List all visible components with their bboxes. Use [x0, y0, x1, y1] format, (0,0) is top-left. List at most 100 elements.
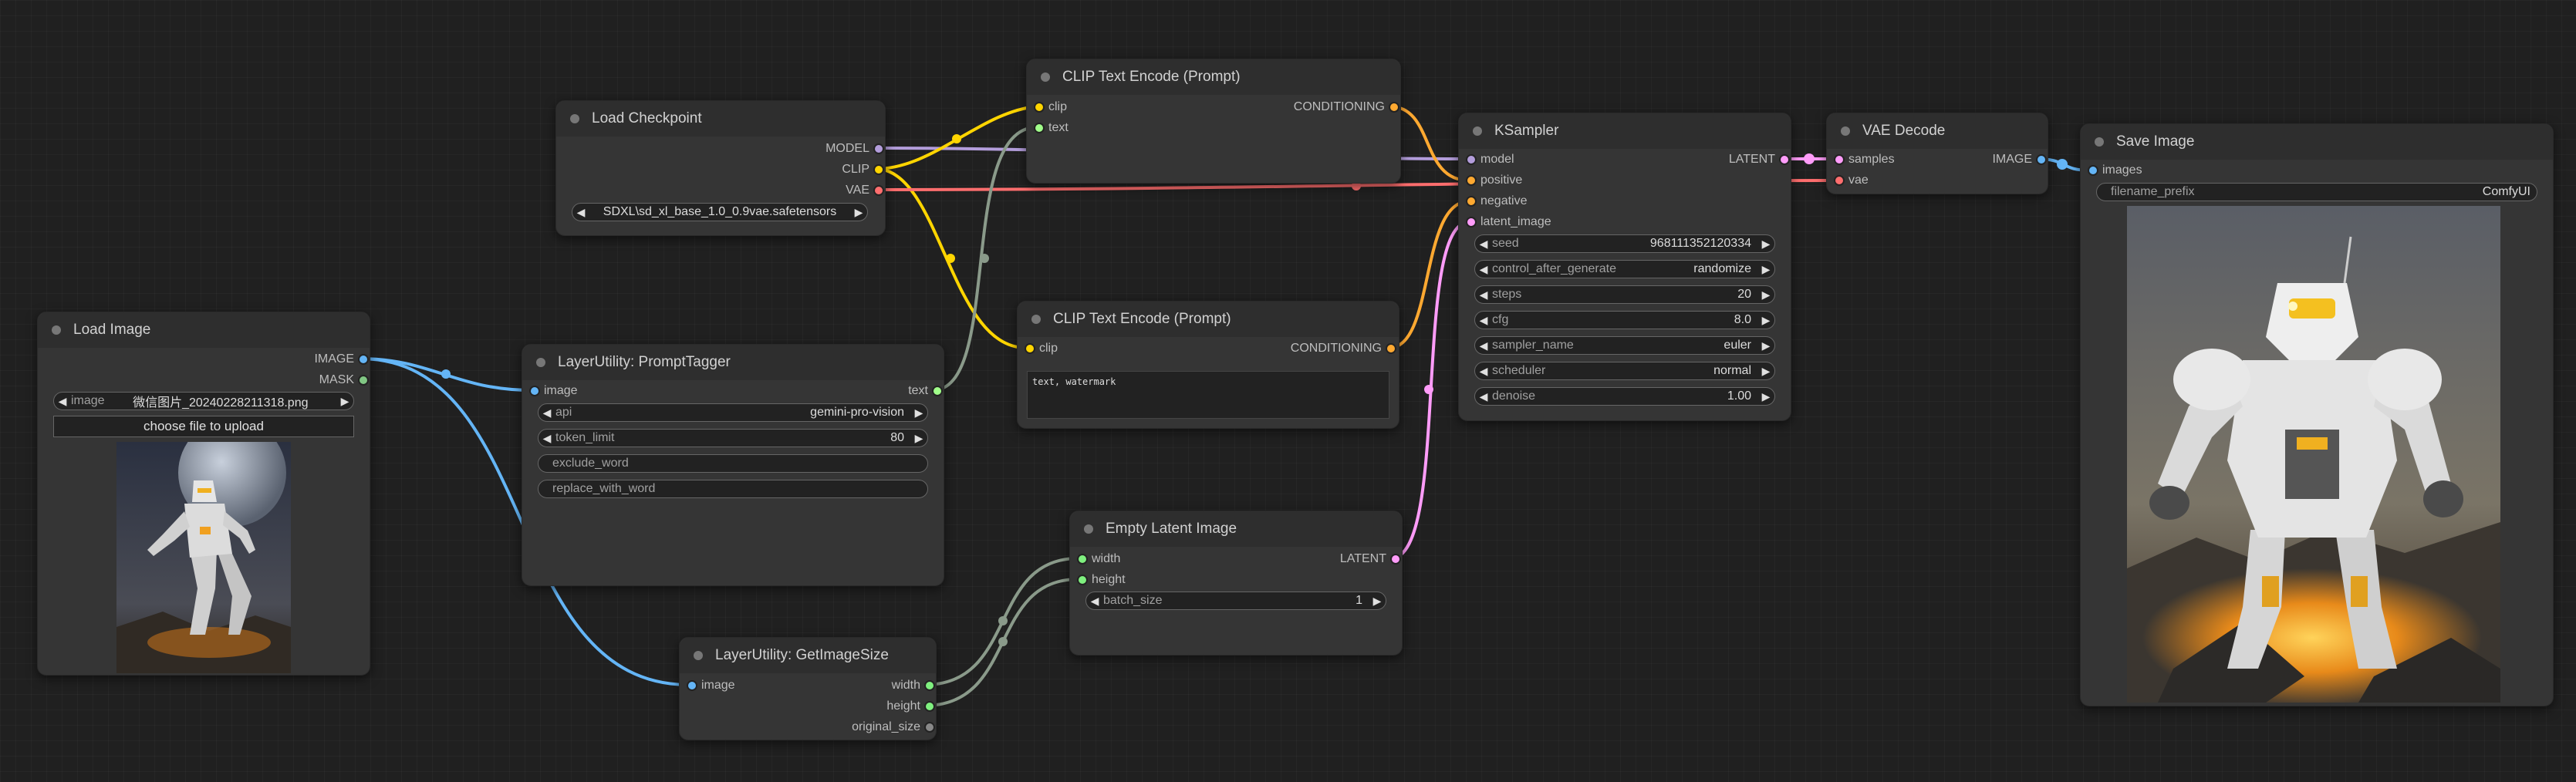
arrow-left-icon[interactable]: ◀ [1475, 263, 1492, 276]
load-image-node[interactable]: Load Image IMAGE MASK ◀ image 微信图片_2024022… [37, 312, 370, 676]
arrow-left-icon[interactable]: ◀ [1475, 390, 1492, 403]
sampler-name-widget[interactable]: ◀ sampler_name euler ▶ [1474, 336, 1775, 355]
output-image[interactable]: IMAGE [314, 352, 370, 367]
output-latent[interactable]: LATENT [1340, 551, 1402, 567]
output-width[interactable]: width [892, 678, 936, 693]
output-mask[interactable]: MASK [319, 372, 370, 388]
vae-socket-icon[interactable] [1835, 177, 1843, 184]
image-socket-icon[interactable] [360, 356, 367, 363]
clip-text-encode-negative-node[interactable]: CLIP Text Encode (Prompt) clip CONDITION… [1017, 301, 1399, 429]
latent-socket-icon[interactable] [1392, 555, 1399, 563]
arrow-right-icon[interactable]: ▶ [850, 206, 867, 219]
arrow-left-icon[interactable]: ◀ [1475, 314, 1492, 327]
arrow-right-icon[interactable]: ▶ [1757, 288, 1774, 302]
collapse-dot-icon[interactable] [694, 651, 703, 660]
save-image-node[interactable]: Save Image images filename_prefix ComfyUI [2080, 123, 2554, 706]
arrow-left-icon[interactable]: ◀ [1475, 339, 1492, 352]
int-socket-icon[interactable] [926, 703, 934, 710]
image-socket-icon[interactable] [688, 682, 696, 689]
input-width[interactable]: width [1076, 551, 1120, 567]
clip-socket-icon[interactable] [1035, 103, 1043, 111]
collapse-dot-icon[interactable] [1473, 126, 1482, 136]
input-vae[interactable]: vae [1833, 173, 1869, 188]
choose-file-button[interactable]: choose file to upload [53, 416, 354, 437]
output-image[interactable]: IMAGE [1992, 152, 2048, 167]
arrow-left-icon[interactable]: ◀ [54, 395, 71, 408]
output-latent[interactable]: LATENT [1729, 152, 1791, 167]
input-negative[interactable]: negative [1465, 194, 1528, 209]
output-clip[interactable]: CLIP [842, 162, 885, 177]
seed-widget[interactable]: ◀ seed 968111352120334 ▶ [1474, 234, 1775, 253]
load-checkpoint-node[interactable]: Load Checkpoint MODEL CLIP VAE ◀ SDXL\sd_… [555, 100, 886, 236]
steps-widget[interactable]: ◀ steps 20 ▶ [1474, 285, 1775, 304]
vae-decode-node[interactable]: VAE Decode samples vae IMAGE [1826, 113, 2048, 194]
int-socket-icon[interactable] [1079, 576, 1086, 584]
box-socket-icon[interactable] [926, 723, 934, 731]
node-title-bar[interactable]: KSampler [1459, 113, 1791, 149]
ckpt-name-combo[interactable]: ◀ SDXL\sd_xl_base_1.0_0.9vae.safetensors ▶ [572, 203, 868, 221]
output-vae[interactable]: VAE [846, 183, 885, 198]
text-socket-icon[interactable] [1035, 124, 1043, 132]
ksampler-node[interactable]: KSampler model positive negative latent_… [1458, 113, 1791, 421]
image-socket-icon[interactable] [2089, 167, 2097, 174]
collapse-dot-icon[interactable] [1084, 524, 1093, 534]
batch-size-widget[interactable]: ◀ batch_size 1 ▶ [1085, 592, 1386, 610]
input-image[interactable]: image [686, 678, 735, 693]
denoise-widget[interactable]: ◀ denoise 1.00 ▶ [1474, 387, 1775, 406]
conditioning-socket-icon[interactable] [1387, 345, 1395, 352]
text-socket-icon[interactable] [934, 387, 941, 395]
scheduler-widget[interactable]: ◀ scheduler normal ▶ [1474, 362, 1775, 380]
input-image[interactable]: image [528, 383, 578, 399]
arrow-right-icon[interactable]: ▶ [1369, 595, 1386, 608]
image-socket-icon[interactable] [531, 387, 538, 395]
input-text[interactable]: text [1033, 120, 1069, 136]
api-widget[interactable]: ◀ api gemini-pro-vision ▶ [538, 403, 928, 422]
input-model[interactable]: model [1465, 152, 1514, 167]
int-socket-icon[interactable] [1079, 555, 1086, 563]
collapse-dot-icon[interactable] [1041, 72, 1050, 82]
output-text[interactable]: text [908, 383, 944, 399]
arrow-left-icon[interactable]: ◀ [538, 432, 555, 445]
arrow-right-icon[interactable]: ▶ [910, 406, 927, 420]
arrow-right-icon[interactable]: ▶ [1757, 339, 1774, 352]
image-file-combo[interactable]: ◀ image 微信图片_20240228211318.png ▶ [53, 392, 354, 410]
arrow-left-icon[interactable]: ◀ [1475, 238, 1492, 251]
exclude-word-field[interactable]: exclude_word [538, 454, 928, 473]
arrow-right-icon[interactable]: ▶ [1757, 263, 1774, 276]
arrow-left-icon[interactable]: ◀ [1086, 595, 1103, 608]
node-title-bar[interactable]: CLIP Text Encode (Prompt) [1027, 59, 1400, 95]
node-title-bar[interactable]: Load Checkpoint [556, 101, 885, 137]
input-positive[interactable]: positive [1465, 173, 1522, 188]
arrow-right-icon[interactable]: ▶ [910, 432, 927, 445]
arrow-left-icon[interactable]: ◀ [1475, 288, 1492, 302]
collapse-dot-icon[interactable] [570, 114, 579, 123]
input-latent-image[interactable]: latent_image [1465, 214, 1551, 230]
latent-socket-icon[interactable] [1781, 156, 1788, 163]
input-clip[interactable]: clip [1033, 99, 1067, 115]
collapse-dot-icon[interactable] [1031, 315, 1041, 324]
token-limit-widget[interactable]: ◀ token_limit 80 ▶ [538, 429, 928, 447]
image-socket-icon[interactable] [2038, 156, 2045, 163]
clip-socket-icon[interactable] [1026, 345, 1034, 352]
cfg-widget[interactable]: ◀ cfg 8.0 ▶ [1474, 311, 1775, 329]
collapse-dot-icon[interactable] [536, 358, 545, 367]
input-height[interactable]: height [1076, 572, 1126, 588]
arrow-right-icon[interactable]: ▶ [1757, 314, 1774, 327]
arrow-right-icon[interactable]: ▶ [1757, 365, 1774, 378]
model-socket-icon[interactable] [1467, 156, 1475, 163]
control-after-generate-widget[interactable]: ◀ control_after_generate randomize ▶ [1474, 260, 1775, 278]
input-clip[interactable]: clip [1024, 341, 1058, 356]
collapse-dot-icon[interactable] [1841, 126, 1850, 136]
empty-latent-image-node[interactable]: Empty Latent Image width height LATENT ◀… [1069, 511, 1403, 656]
latent-socket-icon[interactable] [1467, 218, 1475, 226]
node-title-bar[interactable]: Load Image [38, 312, 370, 348]
node-title-bar[interactable]: LayerUtility: PromptTagger [522, 345, 944, 380]
node-title-bar[interactable]: Save Image [2081, 124, 2553, 160]
prompt-tagger-node[interactable]: LayerUtility: PromptTagger image text ◀ a… [522, 344, 944, 586]
output-height[interactable]: height [886, 699, 936, 714]
int-socket-icon[interactable] [926, 682, 934, 689]
conditioning-socket-icon[interactable] [1467, 197, 1475, 205]
output-conditioning[interactable]: CONDITIONING [1294, 99, 1400, 115]
vae-socket-icon[interactable] [875, 187, 883, 194]
collapse-dot-icon[interactable] [2095, 137, 2104, 147]
